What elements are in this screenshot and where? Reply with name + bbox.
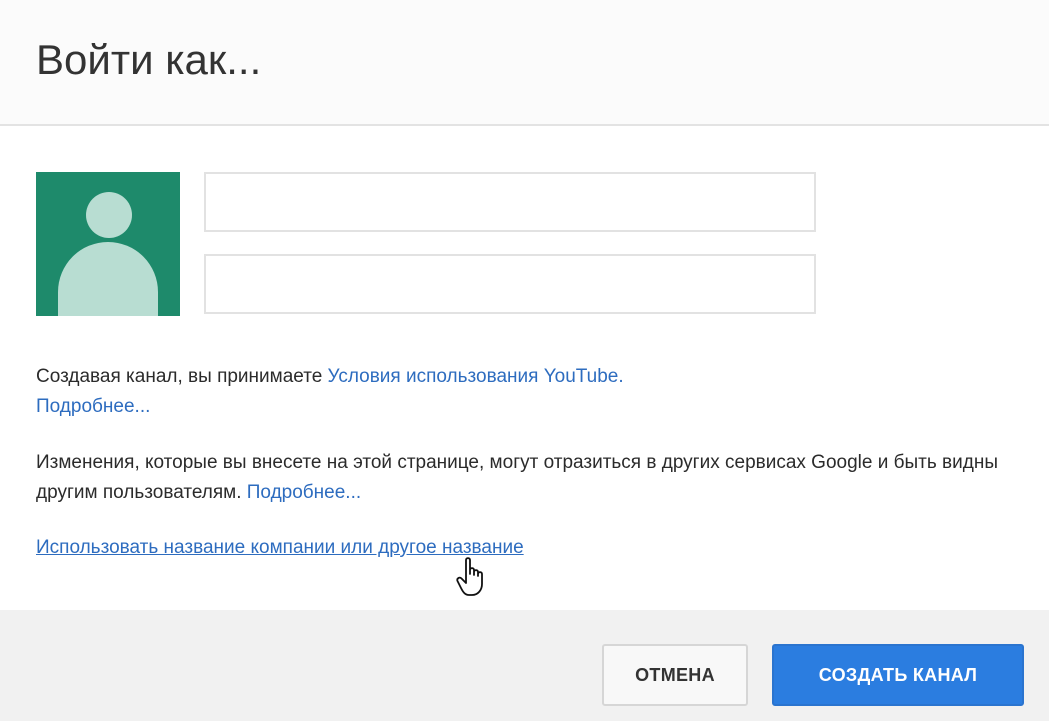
avatar-body-shape [58, 242, 158, 316]
changes-notice-text: Изменения, которые вы внесете на этой ст… [36, 452, 998, 503]
youtube-terms-link[interactable]: Условия использования YouTube. [328, 366, 624, 387]
terms-notice-text: Создавая канал, вы принимаете [36, 366, 328, 387]
changes-more-link[interactable]: Подробнее... [247, 482, 361, 503]
first-name-input[interactable] [204, 172, 816, 232]
sign-in-as-dialog: Войти как... Создавая канал, вы принимае… [0, 0, 1049, 721]
last-name-input[interactable] [204, 254, 816, 314]
terms-notice: Создавая канал, вы принимаете Условия ис… [36, 362, 1026, 422]
terms-more-link[interactable]: Подробнее... [36, 396, 150, 417]
cancel-button[interactable]: ОТМЕНА [602, 644, 748, 706]
create-channel-button[interactable]: СОЗДАТЬ КАНАЛ [772, 644, 1024, 706]
avatar-placeholder-icon [36, 172, 180, 316]
dialog-title: Войти как... [36, 36, 262, 83]
hand-pointer-cursor-icon [456, 557, 483, 596]
changes-notice: Изменения, которые вы внесете на этой ст… [36, 448, 1026, 508]
dialog-header: Войти как... [0, 0, 1049, 126]
avatar-head-shape [86, 192, 132, 238]
use-business-name-link[interactable]: Использовать название компании или друго… [36, 533, 524, 563]
